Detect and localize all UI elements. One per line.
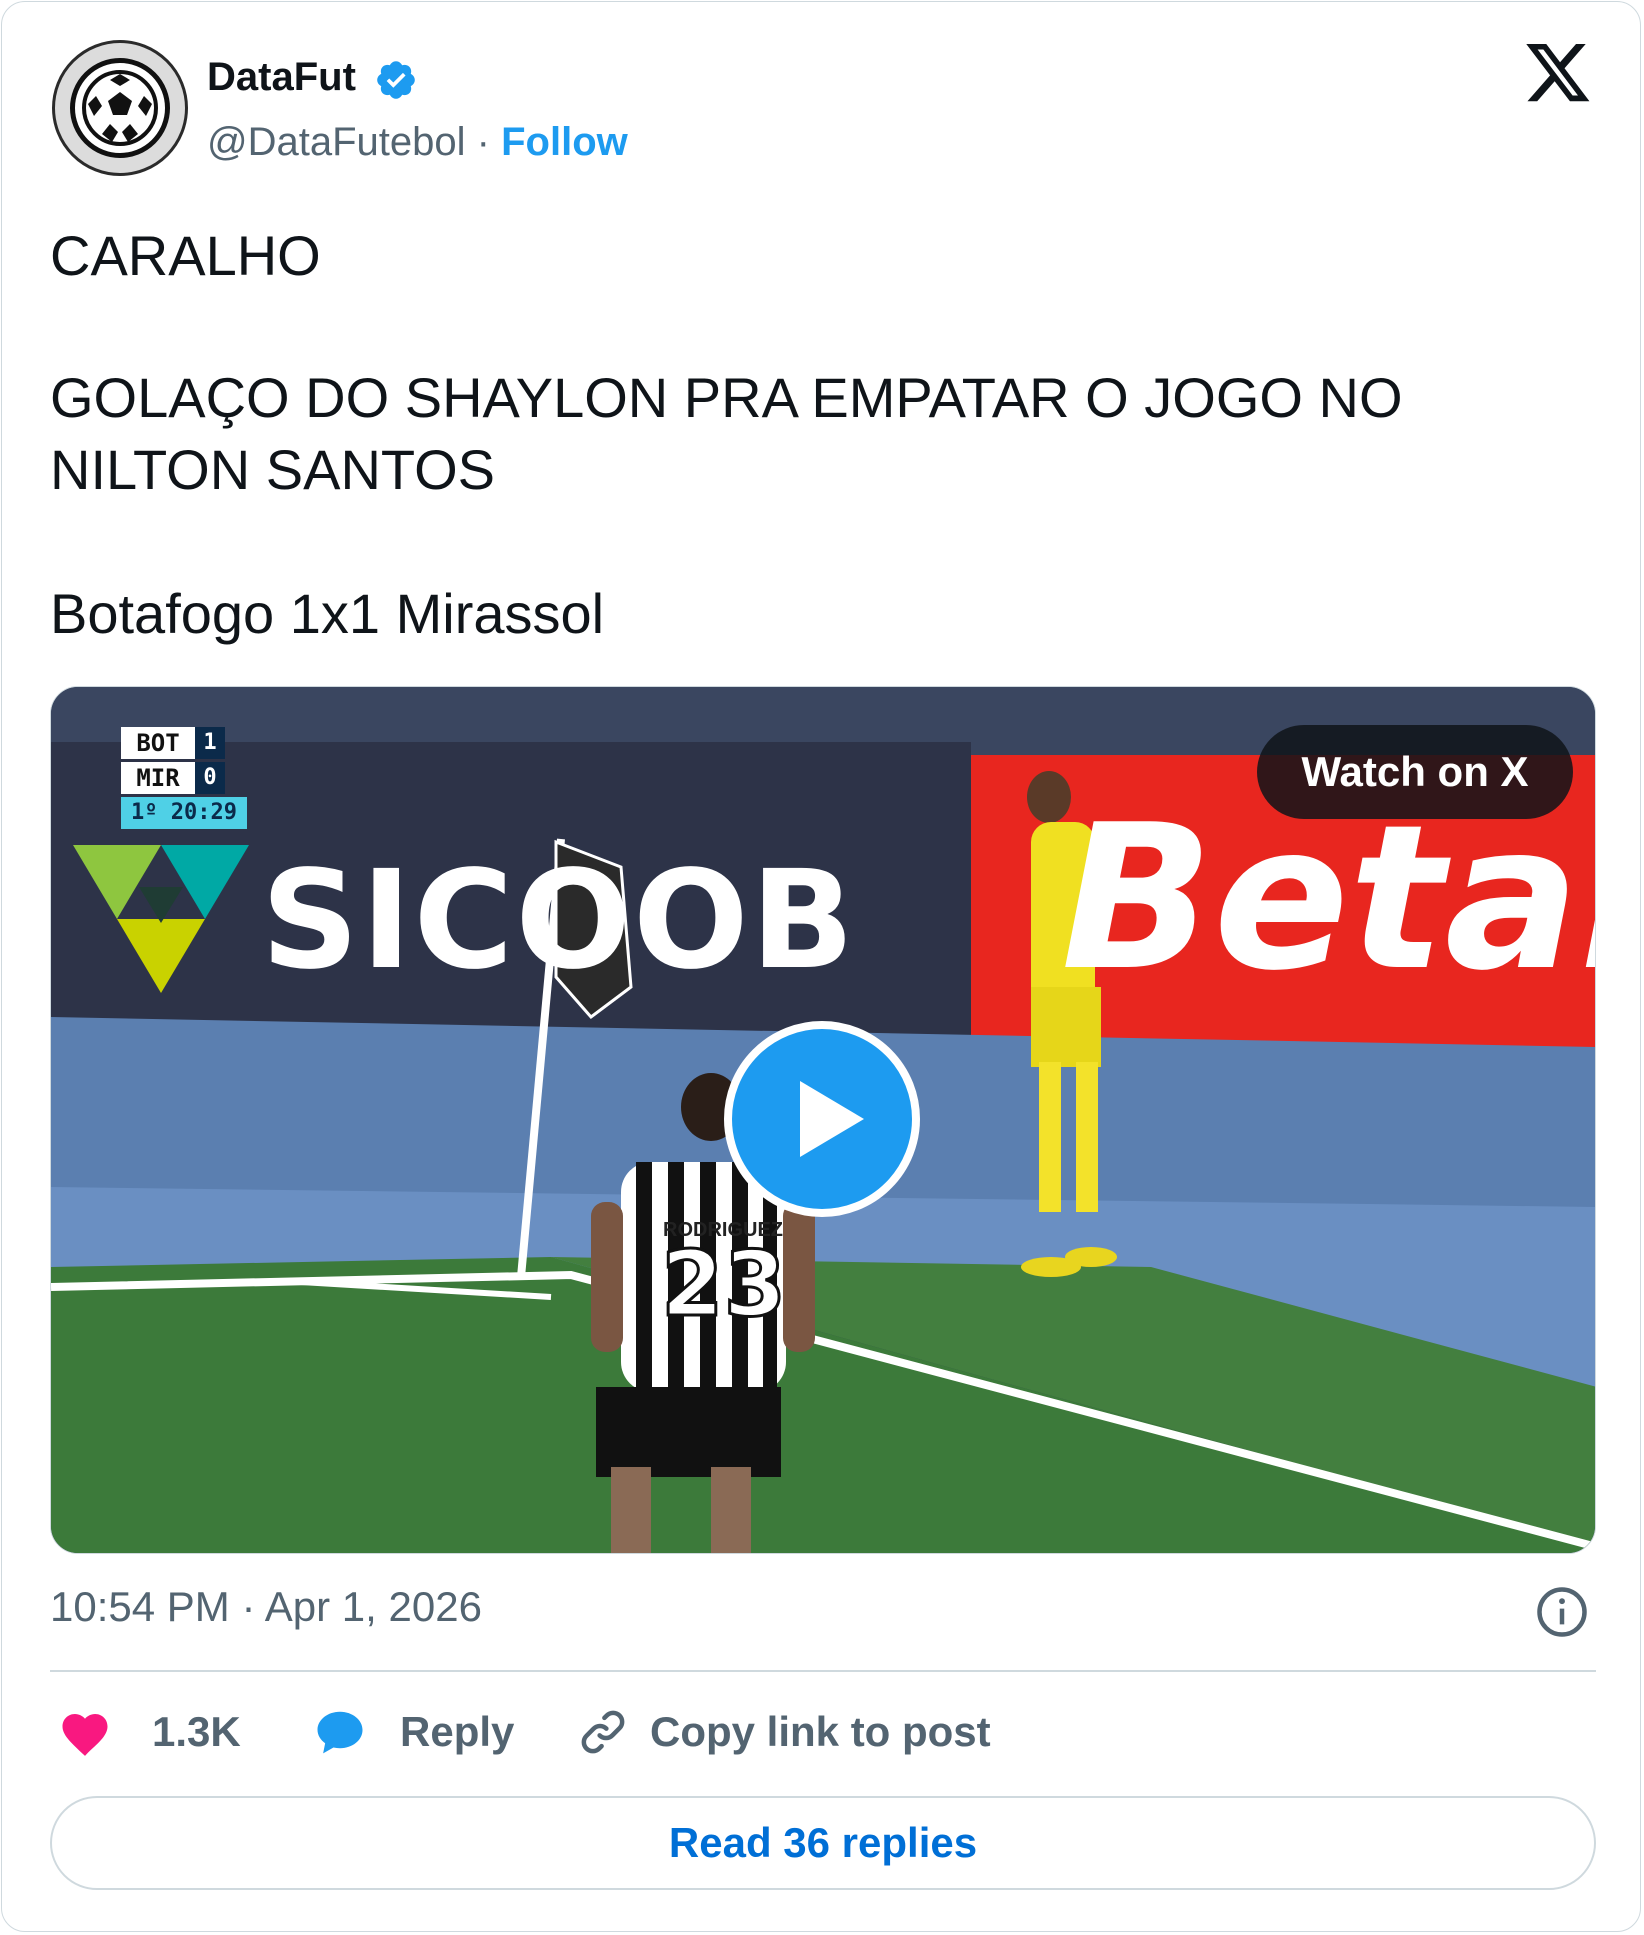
watch-on-x-button[interactable]: Watch on X: [1257, 725, 1573, 819]
away-score: 0: [195, 762, 225, 794]
post-timestamp[interactable]: 10:54 PM · Apr 1, 2026: [50, 1580, 482, 1634]
embedded-post-card: DataFut @DataFutebol · Follow CARALHO GO…: [1, 1, 1641, 1932]
separator-dot: ·: [476, 120, 490, 164]
scoreboard: BOT 1 MIR 0 1º 20:29: [121, 727, 247, 832]
post-line: Botafogo 1x1 Mirassol: [50, 582, 605, 645]
soccer-ball-icon: [70, 58, 170, 158]
copy-link-button[interactable]: Copy link to post: [576, 1702, 991, 1762]
divider: [50, 1670, 1596, 1672]
play-button[interactable]: [724, 1021, 920, 1217]
home-team: BOT: [121, 727, 195, 759]
away-team: MIR: [121, 762, 195, 794]
verified-badge-icon: [377, 61, 415, 99]
play-icon: [800, 1081, 864, 1157]
video-player[interactable]: SICOOB Betan RODRIGUEZ 23 BOT 1 MIR 0 1º…: [50, 686, 1596, 1554]
jersey-number: 23: [659, 1231, 787, 1339]
author-handle[interactable]: @DataFutebol: [207, 120, 466, 164]
handle-row: @DataFutebol · Follow: [207, 115, 628, 169]
copy-link-label: Copy link to post: [650, 1708, 991, 1755]
home-score: 1: [195, 727, 225, 759]
read-replies-button[interactable]: Read 36 replies: [50, 1796, 1596, 1890]
info-icon[interactable]: [1535, 1585, 1589, 1639]
x-logo-icon[interactable]: [1526, 44, 1592, 104]
ad-board-sicoob: SICOOB: [261, 842, 857, 1000]
reply-button[interactable]: Reply: [312, 1702, 514, 1762]
scoreboard-home-row: BOT 1: [121, 727, 247, 759]
link-icon: [581, 1710, 625, 1754]
scoreboard-away-row: MIR 0: [121, 762, 247, 794]
avatar[interactable]: [52, 40, 188, 176]
post-line: GOLAÇO DO SHAYLON PRA EMPATAR O JOGO NO: [50, 366, 1403, 429]
author-name[interactable]: DataFut: [207, 50, 356, 104]
follow-button[interactable]: Follow: [501, 120, 628, 164]
like-count: 1.3K: [152, 1708, 241, 1755]
scoreboard-clock-row: 1º 20:29: [121, 797, 247, 829]
match-clock: 1º 20:29: [121, 797, 247, 829]
heart-icon: [62, 1714, 108, 1756]
post-line: CARALHO: [50, 224, 321, 287]
reply-label: Reply: [400, 1708, 515, 1755]
reply-bubble-icon: [317, 1711, 363, 1754]
like-button[interactable]: 1.3K: [58, 1702, 241, 1762]
post-line: NILTON SANTOS: [50, 438, 495, 501]
